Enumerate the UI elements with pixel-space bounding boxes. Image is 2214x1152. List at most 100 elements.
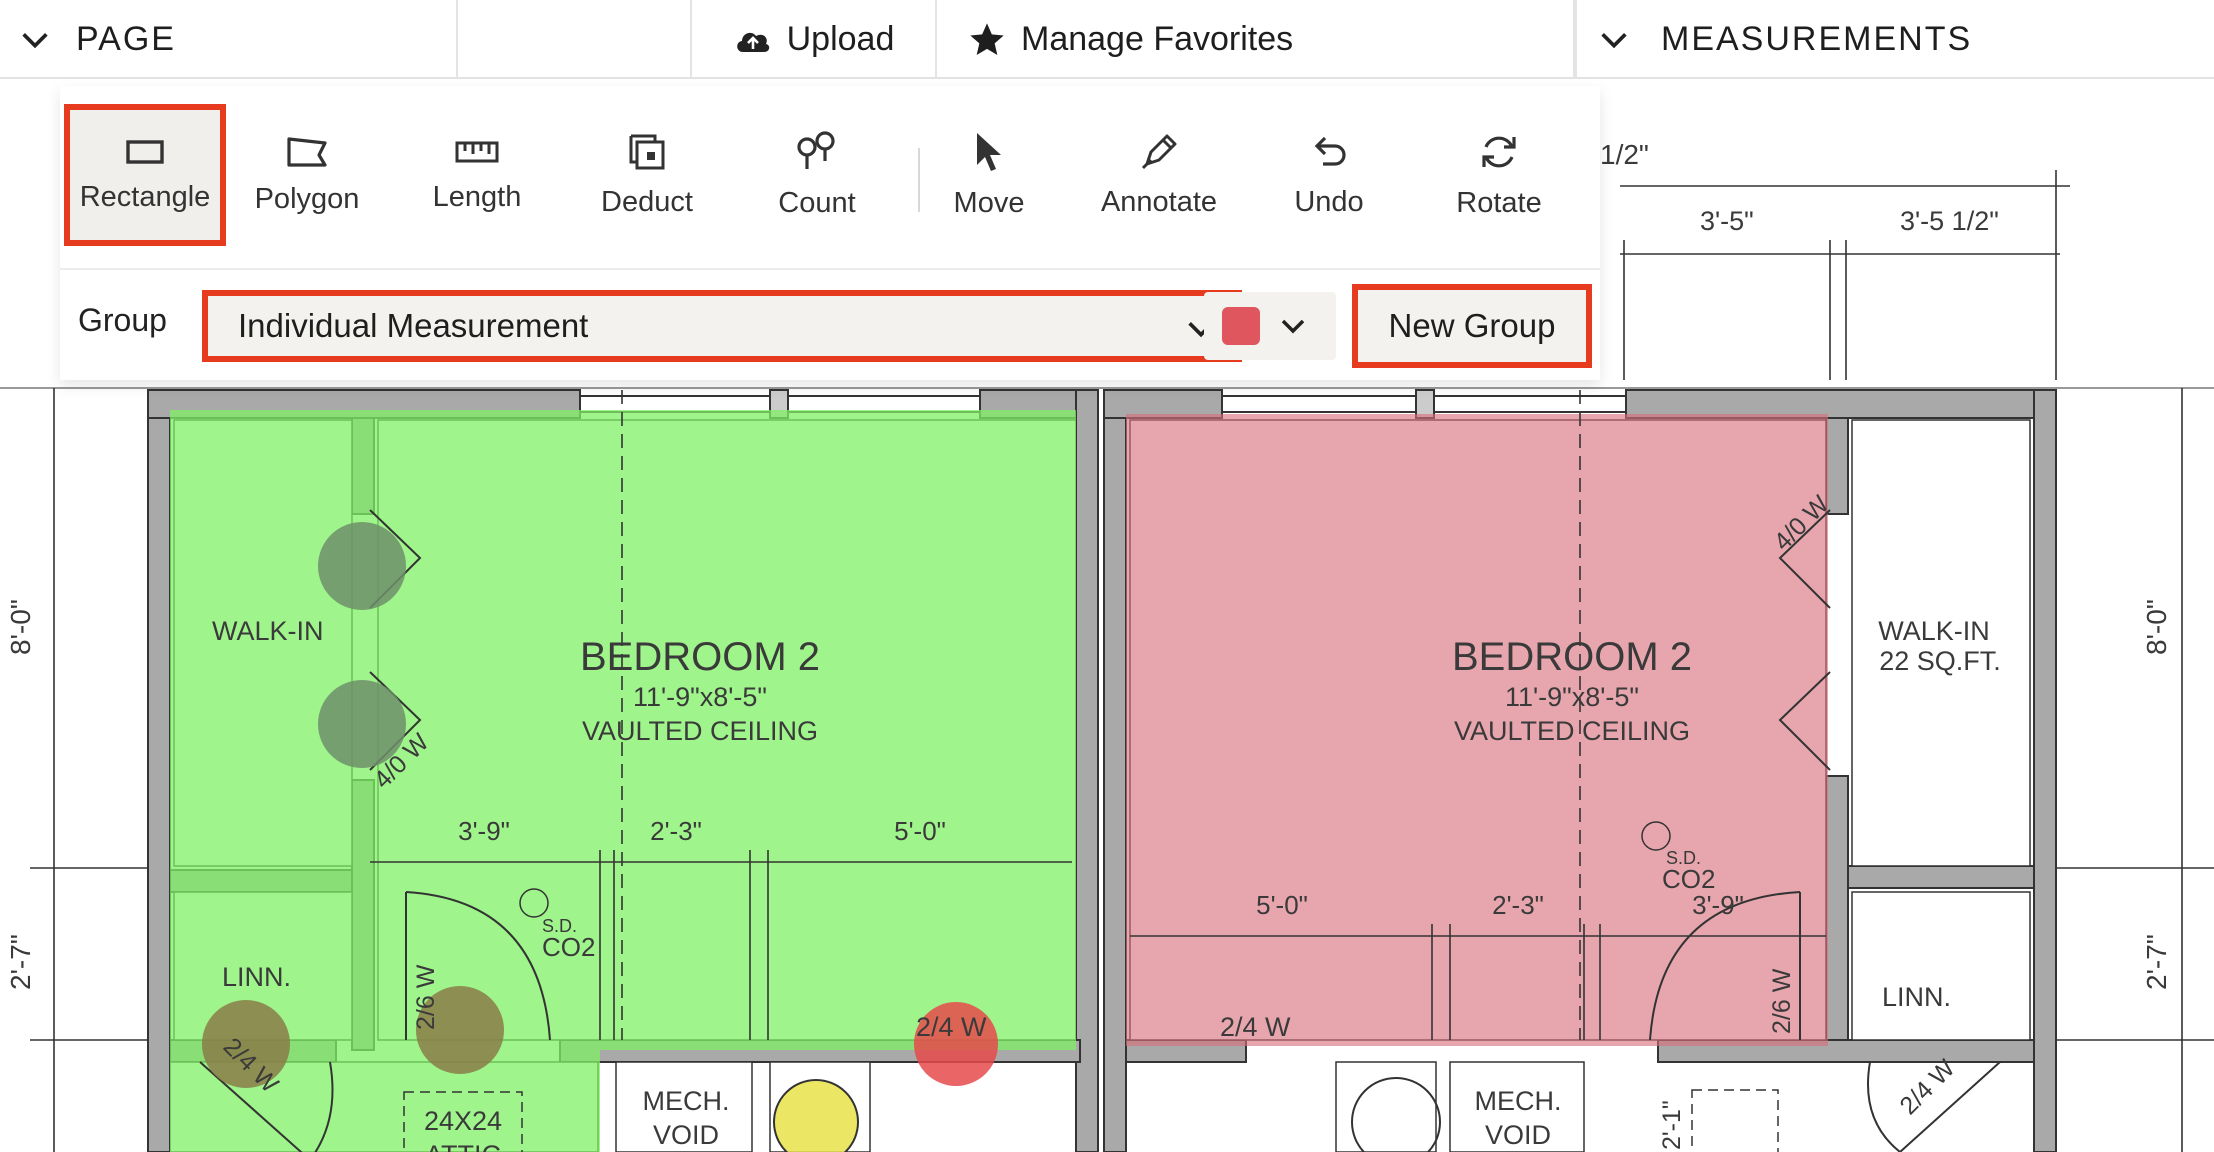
left-dim-lower: 2'-7": [5, 934, 36, 990]
right-closet-wall-b: [1825, 775, 1849, 1051]
count-tool-label: Count: [778, 186, 856, 219]
left-mech-2: VOID: [653, 1120, 719, 1150]
right-door-closet: 2/6 W: [1768, 968, 1796, 1034]
annotate-tool-button[interactable]: Annotate: [1078, 104, 1240, 246]
undo-tool-button[interactable]: Undo: [1248, 104, 1410, 246]
chevron-down-icon: [1597, 23, 1631, 57]
deduct-icon: [627, 132, 667, 172]
center-wall-a: [1075, 389, 1099, 1152]
polygon-tool-label: Polygon: [254, 182, 360, 215]
manage-favorites-button[interactable]: Manage Favorites: [937, 0, 1575, 79]
top-wall-right-b: [1625, 389, 2057, 419]
top-dim-partial: 1/2": [1600, 139, 1649, 170]
manage-favorites-label: Manage Favorites: [1021, 20, 1294, 58]
cursor-icon: [971, 131, 1007, 173]
right-dim-a: 5'-0": [1256, 890, 1308, 920]
left-dim-a: 3'-9": [458, 816, 510, 846]
measurements-section-toggle[interactable]: MEASUREMENTS: [1575, 0, 2214, 79]
group-label: Group: [78, 302, 167, 338]
rectangle-tool-button[interactable]: Rectangle: [64, 104, 226, 246]
measurement-tool-panel: Rectangle Polygon Length Deduct Count Mo…: [60, 86, 1600, 380]
polygon-icon: [285, 135, 329, 169]
left-mech-1: MECH.: [643, 1086, 730, 1116]
right-room-size: 11'-9"x8'-5": [1505, 682, 1639, 712]
group-color-picker[interactable]: [1204, 292, 1336, 360]
page-section-toggle[interactable]: PAGE: [0, 0, 458, 79]
left-dim-c: 5'-0": [894, 816, 946, 846]
count-tool-button[interactable]: Count: [736, 104, 898, 246]
count-icon: [795, 130, 839, 173]
upload-button[interactable]: Upload: [692, 0, 937, 79]
star-icon: [967, 20, 1007, 60]
stair-box: [1691, 1089, 1779, 1152]
right-door-linn: 2/4 W: [1894, 1054, 1960, 1120]
right-dim-c: 3'-9": [1692, 890, 1744, 920]
color-swatch: [1222, 307, 1260, 345]
left-sink-count-marker[interactable]: [773, 1079, 859, 1152]
right-co2: CO2: [1662, 864, 1715, 894]
rotate-icon: [1478, 131, 1520, 173]
rectangle-tool-label: Rectangle: [79, 180, 211, 213]
left-attic-2: ATTIC: [425, 1140, 501, 1152]
panel-divider: [60, 268, 1600, 270]
left-walkin-label: WALK-IN: [212, 616, 324, 646]
right-linn-wall: [1847, 865, 2035, 889]
left-room-size: 11'-9"x8'-5": [633, 682, 767, 712]
count-marker: [318, 522, 406, 610]
chevron-down-icon: [1278, 311, 1308, 341]
left-room-name: BEDROOM 2: [580, 635, 820, 679]
deduct-tool-label: Deduct: [601, 185, 693, 218]
right-dim-lower: 2'-7": [2141, 934, 2172, 990]
left-room-ceiling: VAULTED CEILING: [582, 716, 818, 746]
polygon-tool-button[interactable]: Polygon: [226, 104, 388, 246]
top-header-bar: PAGE Upload Manage Favorites MEASUREMENT…: [0, 0, 2214, 79]
tool-row: Rectangle Polygon Length Deduct Count Mo…: [60, 86, 1600, 266]
right-linn: LINN.: [1882, 982, 1951, 1012]
undo-tool-label: Undo: [1294, 185, 1364, 218]
move-tool-button[interactable]: Move: [908, 104, 1070, 246]
rotate-tool-label: Rotate: [1456, 186, 1542, 219]
move-tool-label: Move: [953, 186, 1025, 219]
right-stair-dim: 2'-1": [1658, 1100, 1686, 1150]
left-co2: CO2: [542, 932, 595, 962]
right-mech-1: MECH.: [1475, 1086, 1562, 1116]
right-room-name: BEDROOM 2: [1452, 635, 1692, 679]
rectangle-icon: [125, 137, 165, 167]
left-dim-b: 2'-3": [650, 816, 702, 846]
measurements-section-label: MEASUREMENTS: [1661, 20, 1973, 58]
right-walkin-2: 22 SQ.FT.: [1879, 646, 2001, 676]
cloud-upload-icon: [733, 24, 773, 56]
deduct-tool-button[interactable]: Deduct: [566, 104, 728, 246]
left-outer-wall: [147, 389, 171, 1152]
right-walkin-1: WALK-IN: [1878, 616, 1990, 646]
left-attic-1: 24X24: [424, 1106, 502, 1136]
length-tool-button[interactable]: Length: [396, 104, 558, 246]
left-dim-upper: 8'-0": [5, 599, 36, 655]
right-dim-b: 2'-3": [1492, 890, 1544, 920]
right-closet-wall-a: [1825, 417, 1849, 515]
group-select-value: Individual Measurement: [238, 307, 589, 344]
top-dim-right: 3'-5 1/2": [1900, 206, 1999, 236]
left-linn: LINN.: [222, 962, 291, 992]
upload-label: Upload: [786, 20, 895, 58]
undo-icon: [1309, 132, 1349, 172]
header-spacer: [458, 0, 692, 79]
group-select[interactable]: Individual Measurement: [202, 290, 1242, 362]
right-room-ceiling: VAULTED CEILING: [1454, 716, 1690, 746]
right-outer-wall: [2033, 389, 2057, 1152]
right-dim-upper: 8'-0": [2141, 599, 2172, 655]
left-door-closet: 2/6 W: [412, 964, 440, 1030]
annotate-tool-label: Annotate: [1100, 185, 1218, 218]
right-mech-2: VOID: [1485, 1120, 1551, 1150]
chevron-down-icon: [18, 23, 52, 57]
length-tool-label: Length: [432, 180, 522, 213]
top-dim-left: 3'-5": [1700, 206, 1754, 236]
top-wall-right-a: [1103, 389, 1223, 419]
center-wall-b: [1103, 389, 1127, 1152]
rotate-tool-button[interactable]: Rotate: [1418, 104, 1580, 246]
new-group-button[interactable]: New Group: [1352, 284, 1592, 368]
group-row: Group Individual Measurement New Group: [60, 282, 1600, 372]
right-door-bottom: 2/4 W: [1220, 1012, 1291, 1042]
page-section-label: PAGE: [76, 20, 176, 58]
pen-icon: [1139, 132, 1179, 172]
